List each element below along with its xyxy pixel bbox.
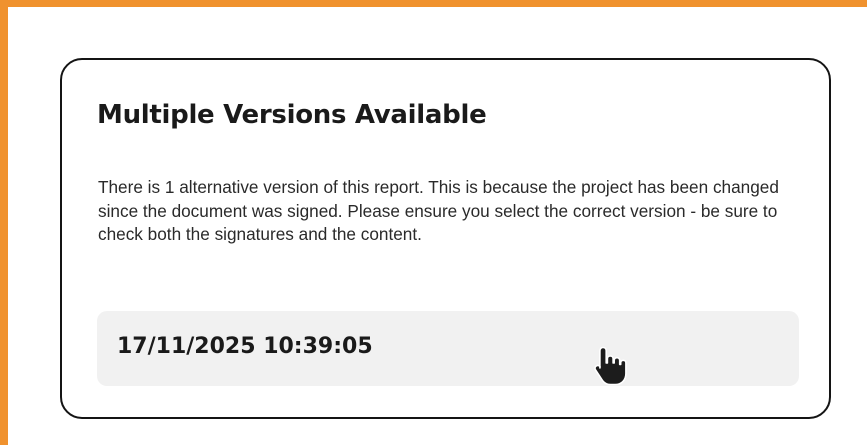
orange-frame: Multiple Versions Available There is 1 a… bbox=[0, 0, 867, 445]
multiple-versions-dialog: Multiple Versions Available There is 1 a… bbox=[60, 58, 831, 419]
dialog-title: Multiple Versions Available bbox=[97, 100, 487, 130]
version-timestamp: 17/11/2025 10:39:05 bbox=[117, 334, 373, 359]
hand-pointer-icon bbox=[594, 346, 627, 386]
version-option[interactable]: 17/11/2025 10:39:05 bbox=[97, 311, 799, 386]
dialog-message: There is 1 alternative version of this r… bbox=[98, 177, 779, 244]
